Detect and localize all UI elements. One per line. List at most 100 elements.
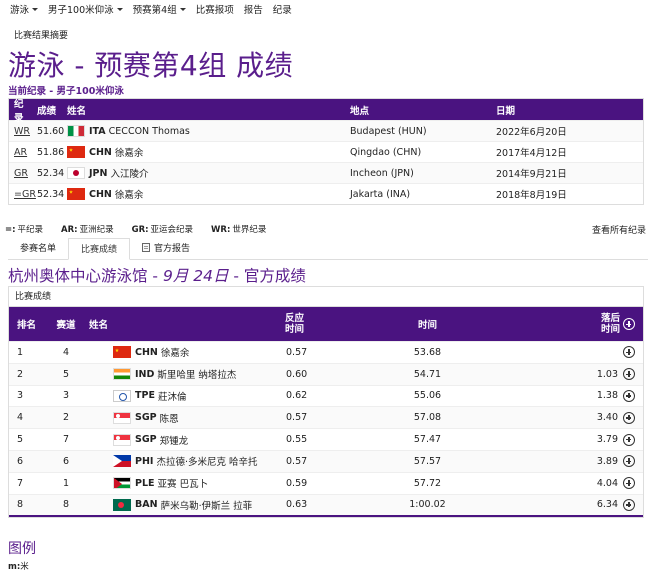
record-athlete[interactable]: ITA CECCON Thomas — [67, 125, 350, 137]
tabs: 参赛名单 比赛成绩 官方报告 — [8, 238, 648, 260]
result-athlete[interactable]: SGP 陈恩 — [85, 411, 285, 425]
tab-official-report[interactable]: 官方报告 — [130, 238, 202, 260]
nav-item-reports[interactable]: 报告 — [244, 2, 263, 16]
records-header-row: 纪录 成绩 姓名 地点 日期 — [9, 99, 643, 124]
records-header-type: 纪录 — [14, 98, 24, 124]
result-time: 54.71 — [413, 368, 442, 380]
results-header-row: 排名 赛道 姓名 反应 时间 时间 落后 时间 — [9, 307, 643, 341]
nav-item-label: 纪录 — [272, 5, 292, 16]
page-title: 游泳 - 预赛第4组 成绩 — [8, 49, 294, 82]
record-type[interactable]: AR — [9, 147, 31, 158]
result-rank: 1 — [17, 346, 24, 358]
record-athlete[interactable]: JPN 入江陵介 — [67, 166, 350, 180]
record-athlete[interactable]: CHN 徐嘉余 — [67, 187, 350, 201]
legend-item-ar: AR: 亚洲纪录 — [61, 225, 114, 235]
result-time: 55.06 — [413, 390, 442, 402]
record-type[interactable]: =GR — [9, 189, 36, 200]
record-type[interactable]: GR — [9, 168, 31, 179]
result-athlete[interactable]: IND 斯里哈里 纳塔拉杰 — [85, 367, 285, 381]
plus-circle-icon[interactable] — [623, 455, 635, 468]
noc-code: CHN — [135, 346, 158, 358]
tab-label: 官方报告 — [154, 244, 191, 254]
results-header-name: 姓名 — [89, 320, 109, 331]
flag-chn-icon — [67, 146, 85, 158]
result-reaction: 0.57 — [286, 412, 308, 424]
nav-item-label: 男子100米仰泳 — [48, 5, 114, 16]
plus-circle-icon[interactable] — [623, 411, 635, 424]
record-type[interactable]: WR — [9, 126, 31, 137]
record-date: 2022年6月20日 — [496, 127, 567, 138]
athlete-name: 杰拉德·多米尼克 哈辛托 — [156, 457, 258, 469]
results-subtitle: 比赛成绩 — [9, 287, 643, 307]
expand-row[interactable] — [620, 389, 643, 402]
expand-all[interactable] — [620, 318, 643, 330]
athlete-name: 陈恩 — [159, 413, 179, 425]
result-athlete[interactable]: CHN 徐嘉余 — [85, 345, 285, 359]
athlete-name: 徐嘉余 — [114, 148, 144, 159]
nav-item-label: 报告 — [243, 5, 263, 16]
plus-circle-icon[interactable] — [623, 318, 635, 330]
expand-row[interactable] — [620, 433, 643, 446]
expand-row[interactable] — [620, 411, 643, 424]
nav-item-sport[interactable]: 游泳 — [10, 2, 39, 16]
record-location: Qingdao (CHN) — [350, 146, 422, 158]
result-time: 57.72 — [413, 477, 442, 489]
legend-item-equal: =: 平纪录 — [5, 225, 44, 235]
nav-item-event[interactable]: 男子100米仰泳 — [48, 2, 123, 16]
plus-circle-icon[interactable] — [623, 498, 635, 511]
result-time: 53.68 — [413, 346, 442, 358]
venue-status: - 官方成绩 — [228, 267, 306, 285]
plus-circle-icon[interactable] — [623, 389, 635, 402]
nav-item-entries[interactable]: 比赛报项 — [196, 2, 234, 16]
flag-phi-icon — [113, 455, 131, 468]
top-nav: 游泳 男子100米仰泳 预赛第4组 比赛报项 报告 纪录 — [10, 2, 302, 16]
expand-row[interactable] — [620, 498, 643, 511]
record-date: 2018年8月19日 — [496, 190, 567, 201]
tab-results[interactable]: 比赛成绩 — [68, 238, 131, 260]
view-all-records-link[interactable]: 查看所有纪录 — [592, 223, 646, 236]
athlete-name: 萨米乌勒·伊斯兰 拉菲 — [160, 500, 253, 512]
result-behind: 3.79 — [596, 434, 618, 446]
nav-item-heat[interactable]: 预赛第4组 — [133, 2, 186, 16]
result-reaction: 0.62 — [286, 390, 308, 402]
caret-down-icon — [32, 7, 39, 11]
result-behind: 1.38 — [596, 390, 618, 402]
plus-circle-icon[interactable] — [623, 477, 635, 490]
record-result: 51.86 — [37, 146, 65, 158]
results-bottom-rule — [9, 515, 643, 518]
flag-chn-icon — [113, 346, 131, 359]
flag-chn-icon — [67, 188, 85, 200]
result-athlete[interactable]: TPE 莊沐倫 — [85, 389, 285, 403]
venue-heading: 杭州奥体中心游泳馆 - 9月 24日 - 官方成绩 — [8, 264, 306, 286]
expand-row[interactable] — [620, 346, 643, 359]
result-lane: 7 — [62, 434, 70, 446]
tab-start-list[interactable]: 参赛名单 — [8, 238, 68, 260]
noc-code: TPE — [135, 390, 155, 402]
flag-ban-icon — [113, 498, 131, 511]
result-reaction: 0.55 — [286, 434, 308, 446]
expand-row[interactable] — [620, 368, 643, 381]
athlete-name: 郑锺龙 — [159, 435, 189, 447]
result-reaction: 0.63 — [286, 499, 308, 511]
expand-row[interactable] — [620, 477, 643, 490]
records-header-date: 日期 — [496, 105, 516, 117]
result-row: 6 6 PHI 杰拉德·多米尼克 哈辛托 0.57 57.57 3.89 — [9, 449, 643, 472]
records-table: 纪录 成绩 姓名 地点 日期 WR 51.60 ITA CECCON Thomas B… — [8, 98, 644, 205]
plus-circle-icon[interactable] — [623, 368, 635, 381]
nav-item-records[interactable]: 纪录 — [273, 2, 292, 16]
expand-row[interactable] — [620, 455, 643, 468]
noc-code: SGP — [135, 434, 157, 446]
result-athlete[interactable]: PLE 亚赛 巴瓦卜 — [85, 476, 285, 490]
result-row: 5 7 SGP 郑锺龙 0.55 57.47 3.79 — [9, 428, 643, 450]
result-time: 57.57 — [413, 455, 442, 467]
record-athlete[interactable]: CHN 徐嘉余 — [67, 145, 350, 159]
plus-circle-icon[interactable] — [623, 346, 635, 359]
result-athlete[interactable]: PHI 杰拉德·多米尼克 哈辛托 — [85, 454, 285, 468]
results-table: 比赛成绩 排名 赛道 姓名 反应 时间 时间 落后 时间 1 4 CHN 徐嘉余 0.57… — [8, 286, 644, 519]
result-athlete[interactable]: BAN 萨米乌勒·伊斯兰 拉菲 — [85, 498, 285, 512]
plus-circle-icon[interactable] — [623, 433, 635, 446]
result-reaction: 0.59 — [286, 477, 308, 489]
athlete-name: CECCON Thomas — [108, 125, 190, 137]
result-athlete[interactable]: SGP 郑锺龙 — [85, 433, 285, 447]
results-summary-link[interactable]: 比赛结果摘要 — [14, 28, 68, 41]
